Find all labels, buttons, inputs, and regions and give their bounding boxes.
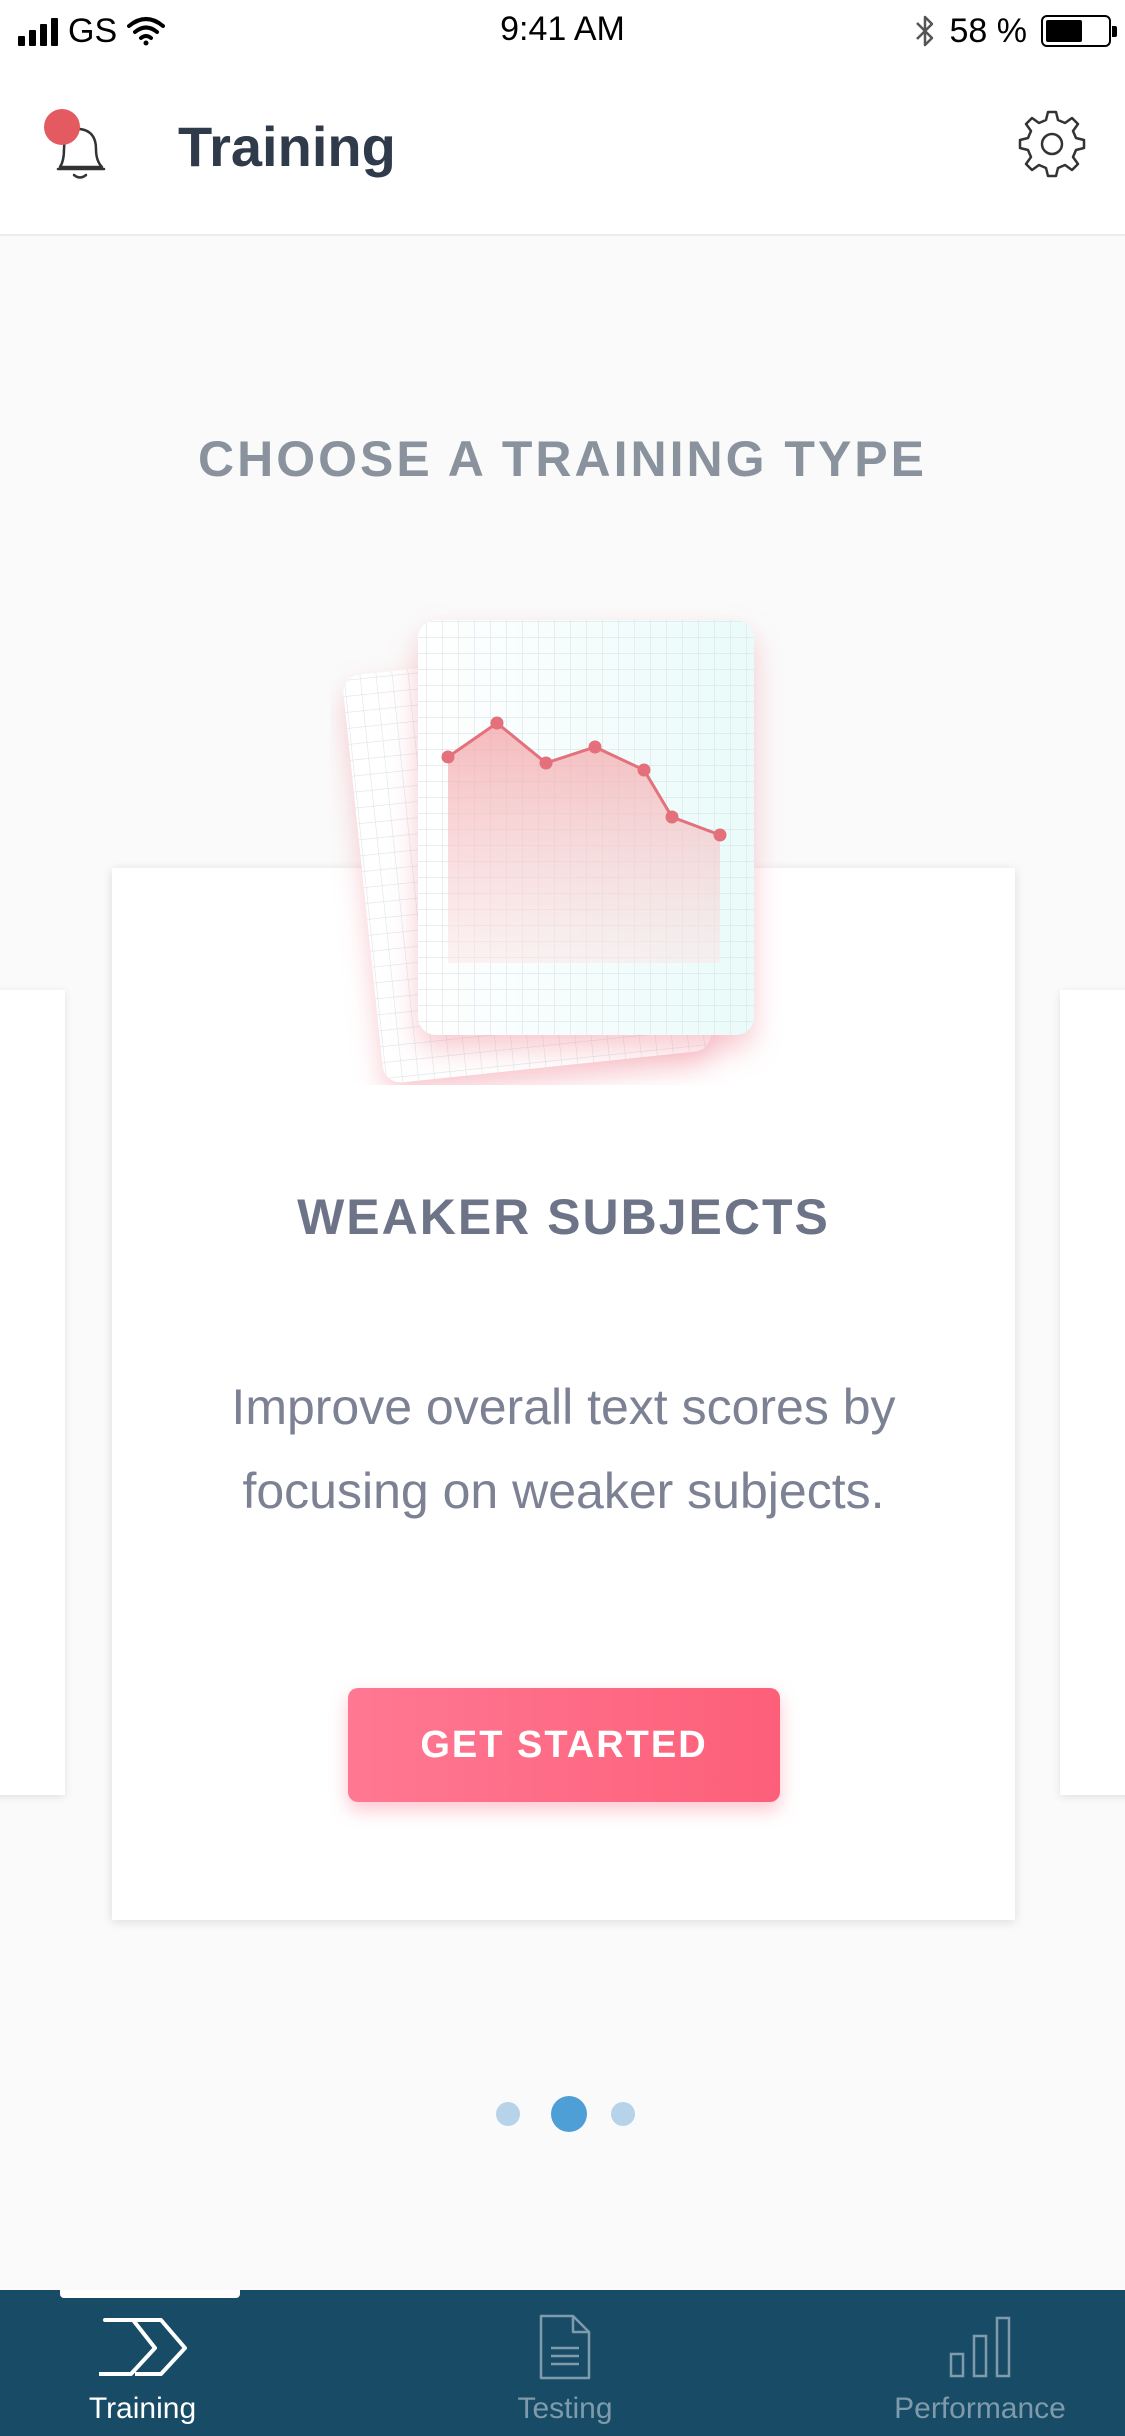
get-started-button[interactable]: GET STARTED bbox=[348, 1688, 780, 1802]
tab-performance[interactable]: Performance bbox=[835, 2290, 1125, 2436]
tab-performance-label: Performance bbox=[894, 2392, 1066, 2425]
battery-icon bbox=[1041, 15, 1117, 47]
tab-testing-label: Testing bbox=[517, 2392, 613, 2425]
pager-dot[interactable] bbox=[496, 2102, 520, 2126]
battery-fill bbox=[1046, 20, 1082, 42]
status-right: 58 % bbox=[914, 10, 1117, 52]
bar-chart-icon bbox=[949, 2316, 1011, 2378]
notification-badge bbox=[44, 109, 80, 145]
document-icon bbox=[539, 2314, 591, 2380]
page-title: Training bbox=[178, 115, 396, 178]
section-heading: CHOOSE A TRAINING TYPE bbox=[197, 431, 927, 487]
card-description: Improve overall text scores by focusing … bbox=[231, 1379, 896, 1519]
app-header: Training bbox=[0, 62, 1125, 236]
line-chart-cards-illustration bbox=[343, 620, 754, 1083]
bluetooth-icon bbox=[915, 15, 933, 47]
carousel-pager bbox=[0, 2096, 1125, 2136]
battery-percentage: 58 % bbox=[949, 11, 1028, 50]
tab-training-label: Training bbox=[88, 2392, 197, 2425]
pager-dot[interactable] bbox=[611, 2102, 635, 2126]
carousel-card-next[interactable] bbox=[1060, 990, 1125, 1795]
card-title: WEAKER SUBJECTS bbox=[297, 1189, 830, 1245]
app-screen: GS 9:41 AM 58 % Training CHOOSE A TRAINI… bbox=[0, 0, 1125, 2436]
status-bar: GS 9:41 AM 58 % bbox=[0, 0, 1125, 62]
tab-bar: Training Testing Performance bbox=[0, 2290, 1125, 2436]
carousel-card-previous[interactable] bbox=[0, 990, 65, 1795]
tab-training[interactable]: Training bbox=[0, 2290, 285, 2436]
pager-dot[interactable] bbox=[551, 2096, 587, 2132]
gear-icon[interactable] bbox=[1017, 109, 1087, 179]
chevron-icon bbox=[98, 2318, 187, 2376]
tab-testing[interactable]: Testing bbox=[430, 2290, 700, 2436]
